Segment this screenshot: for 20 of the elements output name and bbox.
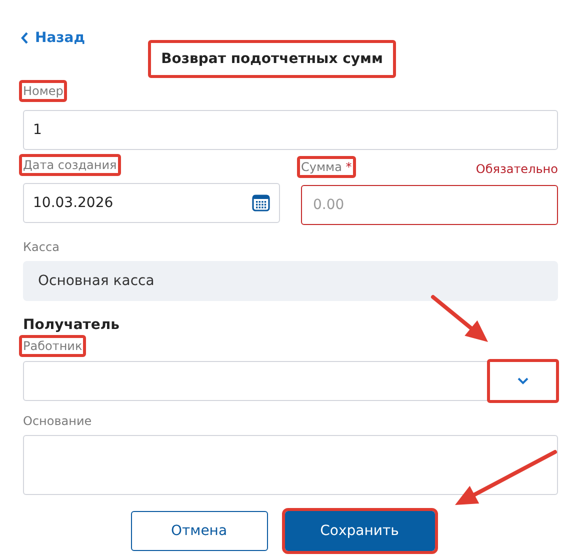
page-title: Возврат подотчетных сумм: [148, 40, 396, 78]
calendar-icon[interactable]: [252, 194, 270, 212]
field-label: Номер: [19, 80, 68, 102]
field-label: Касса: [23, 239, 60, 255]
field-label: Сумма *: [297, 156, 356, 178]
basis-field[interactable]: [23, 435, 558, 495]
cancel-button[interactable]: Отмена: [130, 511, 268, 551]
chevron-down-icon: [517, 377, 529, 385]
dropdown-toggle[interactable]: [487, 359, 559, 403]
section-heading: Получатель: [23, 316, 120, 335]
field-label: Работник: [19, 335, 86, 357]
field-label: Основание: [23, 413, 92, 429]
annotation-arrow: [430, 294, 491, 345]
error-message: Обязательно: [476, 161, 558, 178]
chevron-left-icon: [21, 32, 29, 44]
back-link[interactable]: Назад: [21, 28, 86, 48]
number-field[interactable]: 1: [23, 110, 558, 150]
field-label: Дата создания: [19, 154, 121, 176]
date-field[interactable]: 10.03.2026: [23, 183, 280, 223]
amount-field[interactable]: 0.00: [301, 185, 558, 225]
